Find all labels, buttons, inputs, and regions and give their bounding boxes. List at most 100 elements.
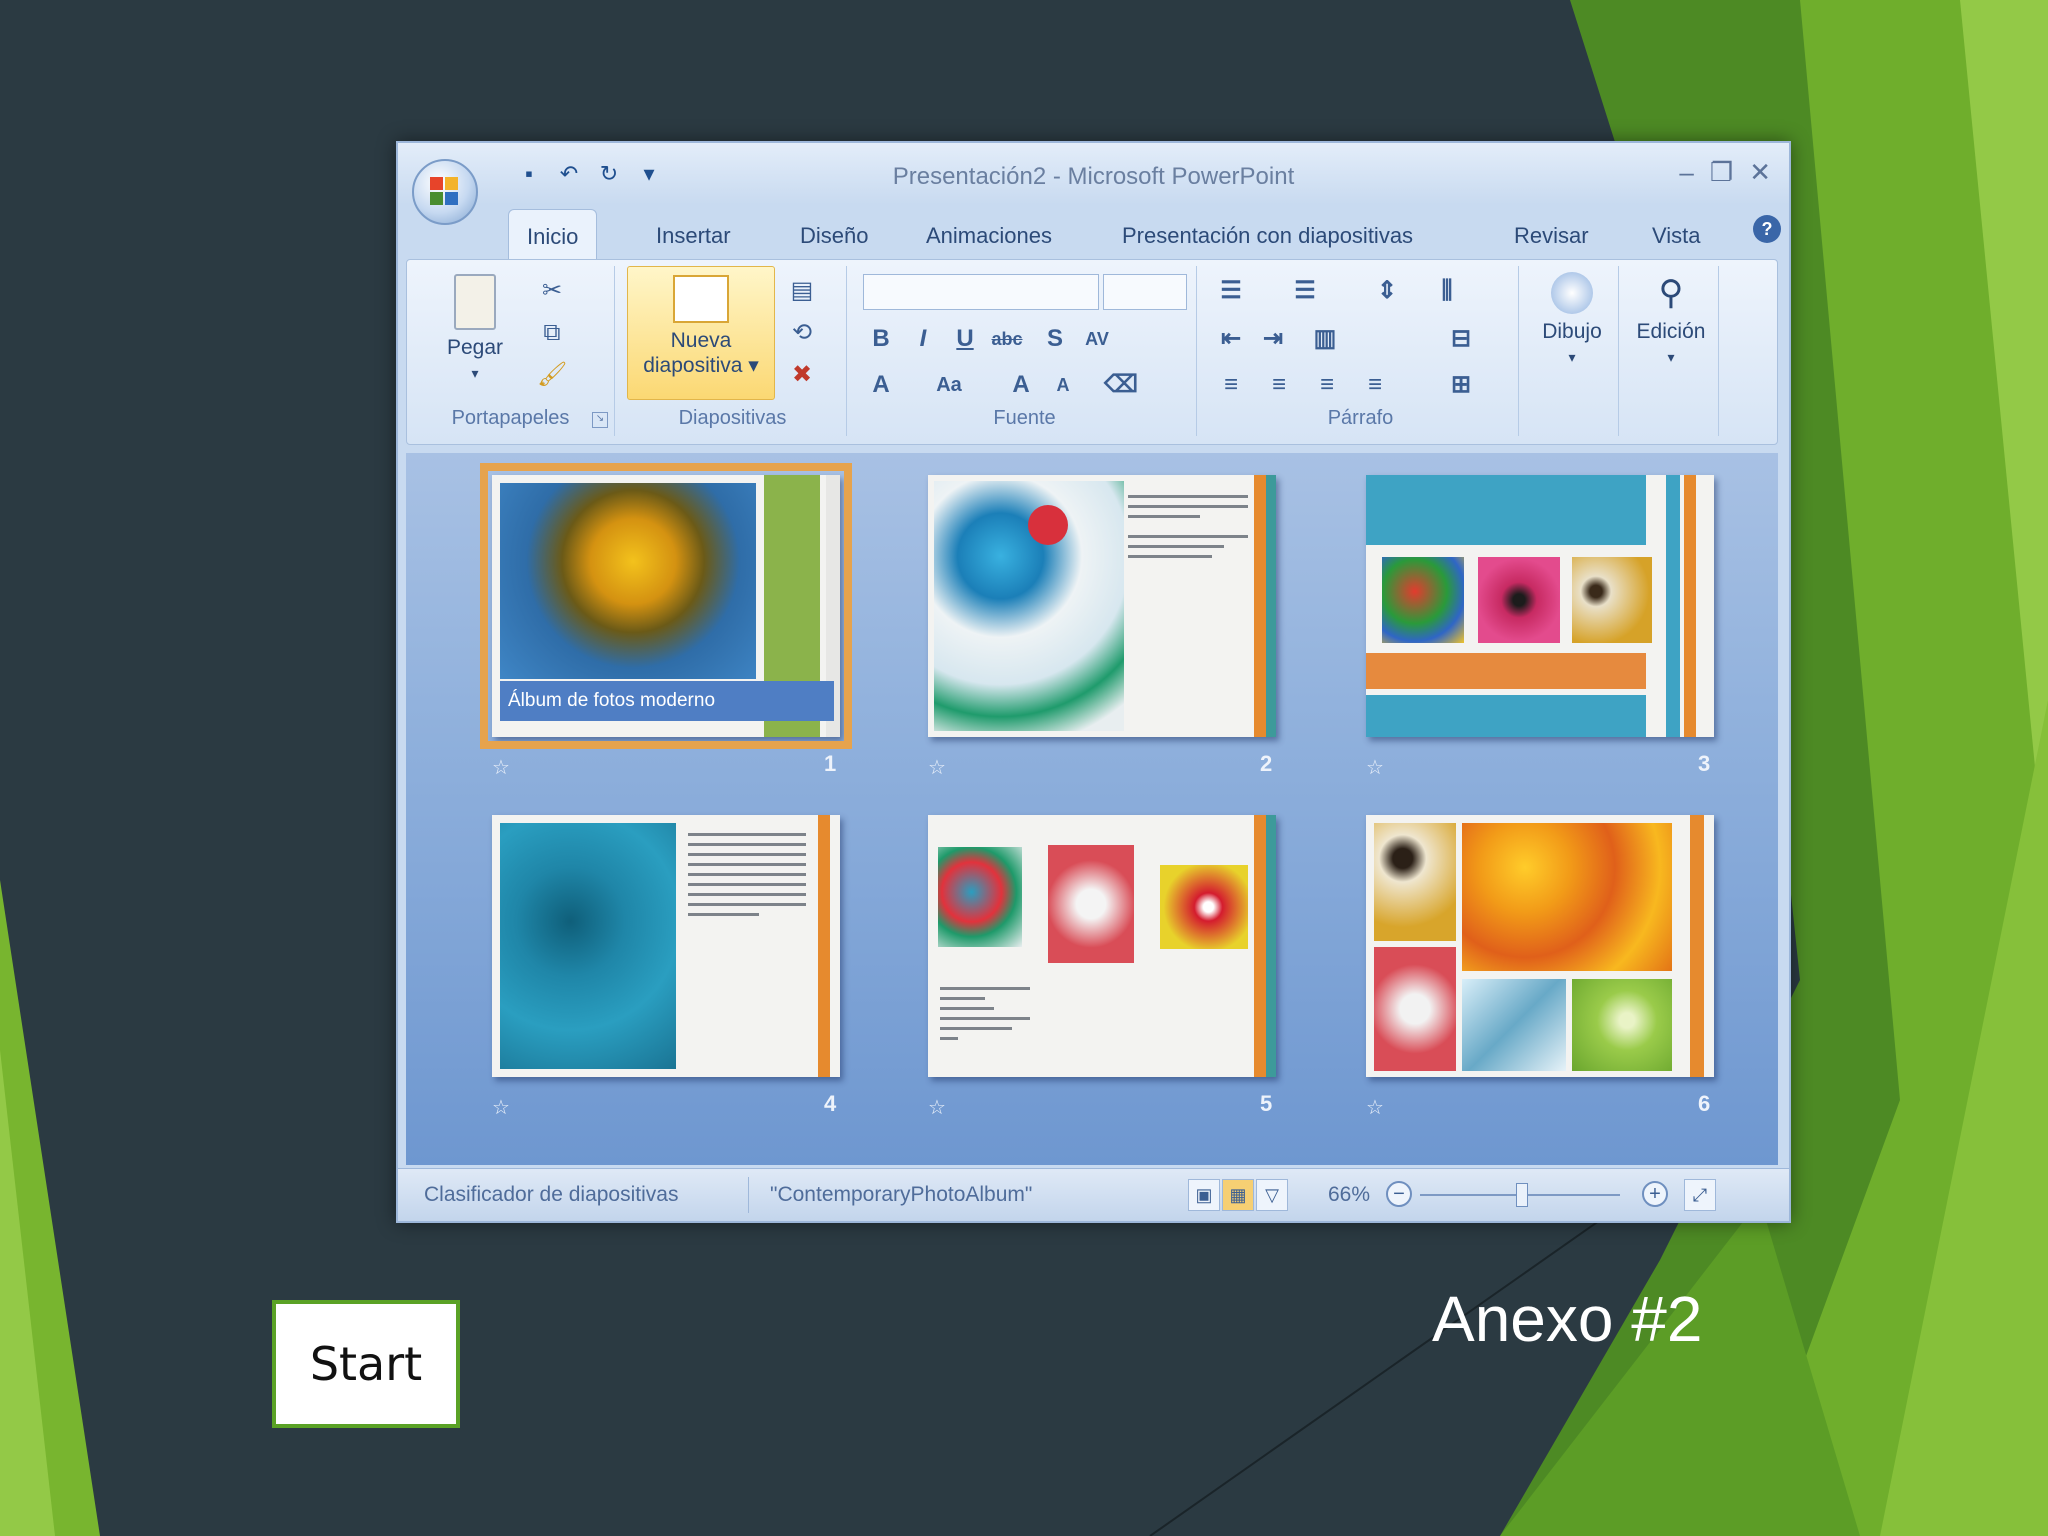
transition-icon: ☆ [1366, 1097, 1384, 1119]
slide-1-caption: Álbum de fotos moderno [500, 681, 834, 721]
tab-revisar[interactable]: Revisar [1500, 215, 1603, 257]
start-button[interactable]: Start [272, 1300, 460, 1428]
new-slide-icon [673, 275, 729, 323]
line-spacing-icon[interactable]: ⇕ [1369, 274, 1405, 308]
slide-sorter: Álbum de fotos moderno ☆ 1 ☆ 2 ☆ 3 ☆ 4 ☆… [406, 453, 1778, 1165]
format-painter-icon[interactable]: 🖌 [537, 360, 567, 390]
window-title: Presentación2 - Microsoft PowerPoint [892, 163, 1295, 190]
clear-format-icon[interactable]: ⌫ [1103, 368, 1139, 402]
slide-number-5: 5 [1260, 1091, 1273, 1116]
spacing-icon[interactable]: AV [1079, 322, 1115, 356]
underline-icon[interactable]: U [947, 322, 983, 356]
font-color-icon[interactable]: A [863, 368, 899, 402]
slide-number-1: 1 [824, 751, 837, 776]
orange-flowers-photo [1462, 823, 1672, 971]
slide-thumbnail-5[interactable] [928, 815, 1276, 1077]
small-glass-photo [938, 847, 1022, 947]
group-font: B I U abc S AV A Aa A A ⌫ Fuente [853, 266, 1197, 436]
shadow-icon[interactable]: S [1037, 322, 1073, 356]
transition-icon: ☆ [1366, 757, 1384, 779]
paste-button[interactable]: Pegar ▾ [431, 274, 519, 384]
transition-icon: ☆ [492, 757, 510, 779]
change-case-icon[interactable]: Aa [931, 368, 967, 402]
group-label-clipboard: Portapapeles [451, 407, 570, 429]
ribbon: Pegar ▾ ✂ ⧉ 🖌 Portapapeles ↘ Nueva diapos… [406, 259, 1778, 445]
zoom-out-icon[interactable]: − [1386, 1181, 1412, 1207]
bold-icon[interactable]: B [863, 322, 899, 356]
slide-thumbnail-1[interactable]: Álbum de fotos moderno [480, 463, 852, 749]
tab-insertar[interactable]: Insertar [642, 215, 745, 257]
font-size-input[interactable] [1103, 274, 1187, 310]
drawing-button[interactable]: Dibujo ▾ [1529, 272, 1615, 368]
office-logo-icon [430, 177, 443, 190]
align-text-icon[interactable]: ⊟ [1443, 322, 1479, 356]
tab-presentacion[interactable]: Presentación con diapositivas [1108, 215, 1427, 257]
shapes-icon [1551, 272, 1593, 314]
tab-animaciones[interactable]: Animaciones [912, 215, 1066, 257]
glassware-photo-blue [500, 823, 676, 1069]
tab-vista[interactable]: Vista [1638, 215, 1715, 257]
slide-number-4: 4 [824, 1091, 837, 1116]
smartart-icon[interactable]: ⊞ [1443, 368, 1479, 402]
annex-title: Anexo #2 [1432, 1283, 1703, 1355]
transition-icon: ☆ [928, 757, 946, 779]
numbering-icon[interactable]: ☰ [1287, 274, 1323, 308]
mortar-photo [1048, 845, 1134, 963]
align-left-icon[interactable]: ≡ [1213, 368, 1249, 402]
group-label-slides: Diapositivas [678, 407, 787, 429]
lens-photo [1572, 557, 1652, 643]
slide-number-2: 2 [1260, 751, 1273, 776]
dialog-launcher-icon[interactable]: ↘ [592, 412, 608, 428]
slide-thumbnail-6[interactable] [1366, 815, 1714, 1077]
binoculars-icon: ⚲ [1658, 274, 1684, 312]
slide-thumbnail-4[interactable] [492, 815, 840, 1077]
shrink-font-icon[interactable]: A [1045, 368, 1081, 402]
slide-thumbnail-2[interactable] [928, 475, 1276, 737]
increase-indent-icon[interactable]: ⇥ [1255, 322, 1291, 356]
layout-icon[interactable]: ▤ [787, 276, 817, 306]
zoom-slider-handle[interactable] [1516, 1183, 1528, 1207]
close-icon[interactable]: ✕ [1749, 157, 1771, 188]
status-view-name: Clasificador de diapositivas [424, 1183, 679, 1206]
title-bar: ▪ ↶ ↻ ▾ Presentación2 - Microsoft PowerP… [398, 143, 1789, 205]
italic-icon[interactable]: I [905, 322, 941, 356]
normal-view-icon[interactable]: ▣ [1188, 1179, 1220, 1211]
help-icon[interactable]: ? [1753, 215, 1781, 243]
zoom-in-icon[interactable]: + [1642, 1181, 1668, 1207]
bullets-icon[interactable]: ☰ [1213, 274, 1249, 308]
align-center-icon[interactable]: ≡ [1261, 368, 1297, 402]
cut-icon[interactable]: ✂ [537, 276, 567, 306]
tab-diseno[interactable]: Diseño [786, 215, 882, 257]
maximize-icon[interactable]: ❐ [1710, 157, 1733, 188]
window-controls: – ❐ ✕ [1679, 157, 1771, 188]
office-button[interactable] [412, 159, 478, 225]
justify-icon[interactable]: ≡ [1357, 368, 1393, 402]
slide-number-6: 6 [1698, 1091, 1711, 1116]
copy-icon[interactable]: ⧉ [537, 318, 567, 348]
zoom-level[interactable]: 66% [1328, 1183, 1370, 1207]
font-name-input[interactable] [863, 274, 1099, 310]
lens-photo-2 [1374, 823, 1456, 941]
transition-icon: ☆ [492, 1097, 510, 1119]
decrease-indent-icon[interactable]: ⇤ [1213, 322, 1249, 356]
slide-thumbnail-3[interactable] [1366, 475, 1714, 737]
tweezers-photo [1462, 979, 1566, 1071]
delete-slide-icon[interactable]: ✖ [787, 360, 817, 390]
fit-window-icon[interactable]: ⤢ [1684, 1179, 1716, 1211]
slide-sorter-view-icon[interactable]: ▦ [1222, 1179, 1254, 1211]
slideshow-view-icon[interactable]: ▽ [1256, 1179, 1288, 1211]
minimize-icon[interactable]: – [1679, 157, 1693, 188]
text-direction-icon[interactable]: ⫼ [1429, 274, 1465, 308]
status-theme-name: "ContemporaryPhotoAlbum" [770, 1183, 1033, 1206]
reset-icon[interactable]: ⟲ [787, 318, 817, 348]
group-label-paragraph: Párrafo [1327, 407, 1394, 429]
flower-photo [1478, 557, 1560, 643]
strikethrough-icon[interactable]: abc [989, 322, 1025, 356]
align-right-icon[interactable]: ≡ [1309, 368, 1345, 402]
tab-inicio[interactable]: Inicio [508, 209, 598, 262]
editing-button[interactable]: ⚲ Edición ▾ [1627, 272, 1715, 368]
grow-font-icon[interactable]: A [1003, 368, 1039, 402]
new-slide-button[interactable]: Nueva diapositiva ▾ [627, 266, 775, 400]
mortar-photo-2 [1374, 947, 1456, 1071]
columns-icon[interactable]: ▥ [1307, 322, 1343, 356]
